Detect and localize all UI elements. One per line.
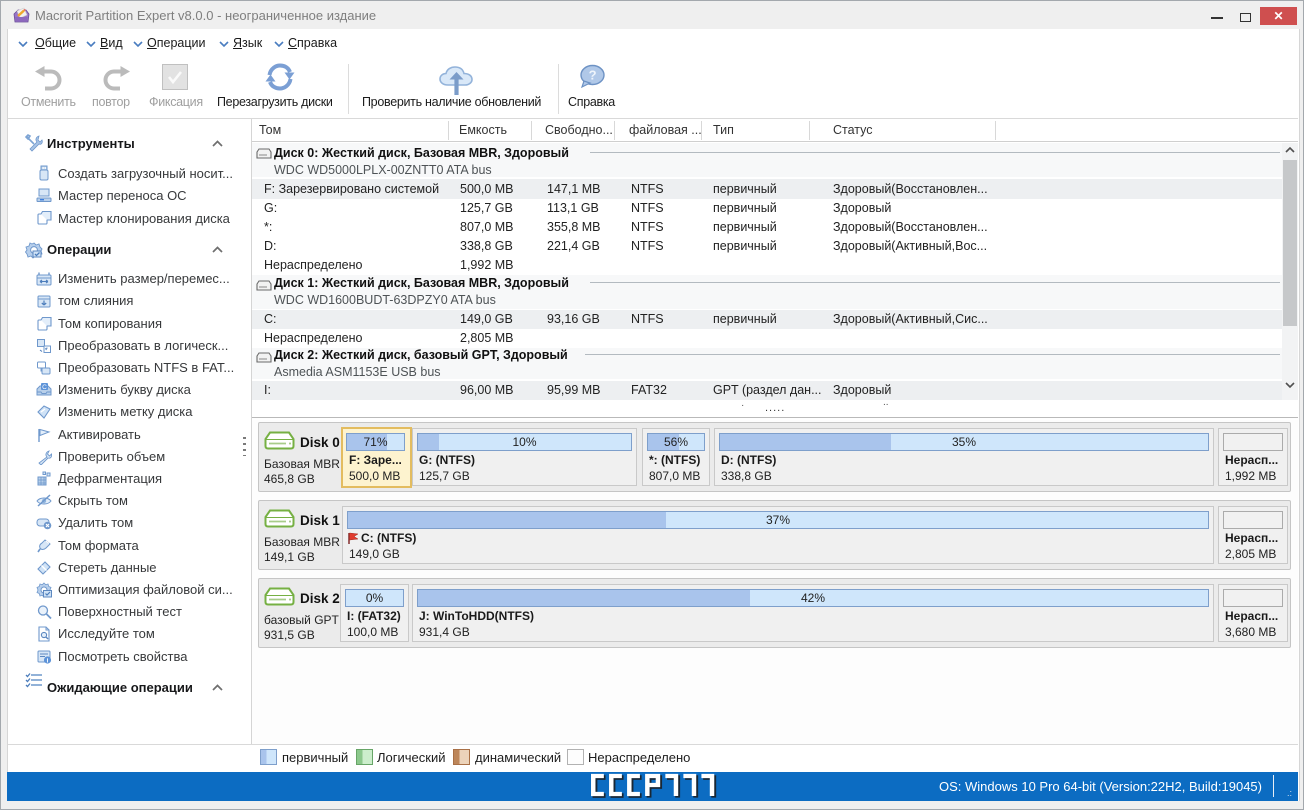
- svg-text:?: ?: [589, 68, 597, 83]
- svg-text:i: i: [47, 658, 49, 665]
- svg-text:C: C: [42, 384, 47, 391]
